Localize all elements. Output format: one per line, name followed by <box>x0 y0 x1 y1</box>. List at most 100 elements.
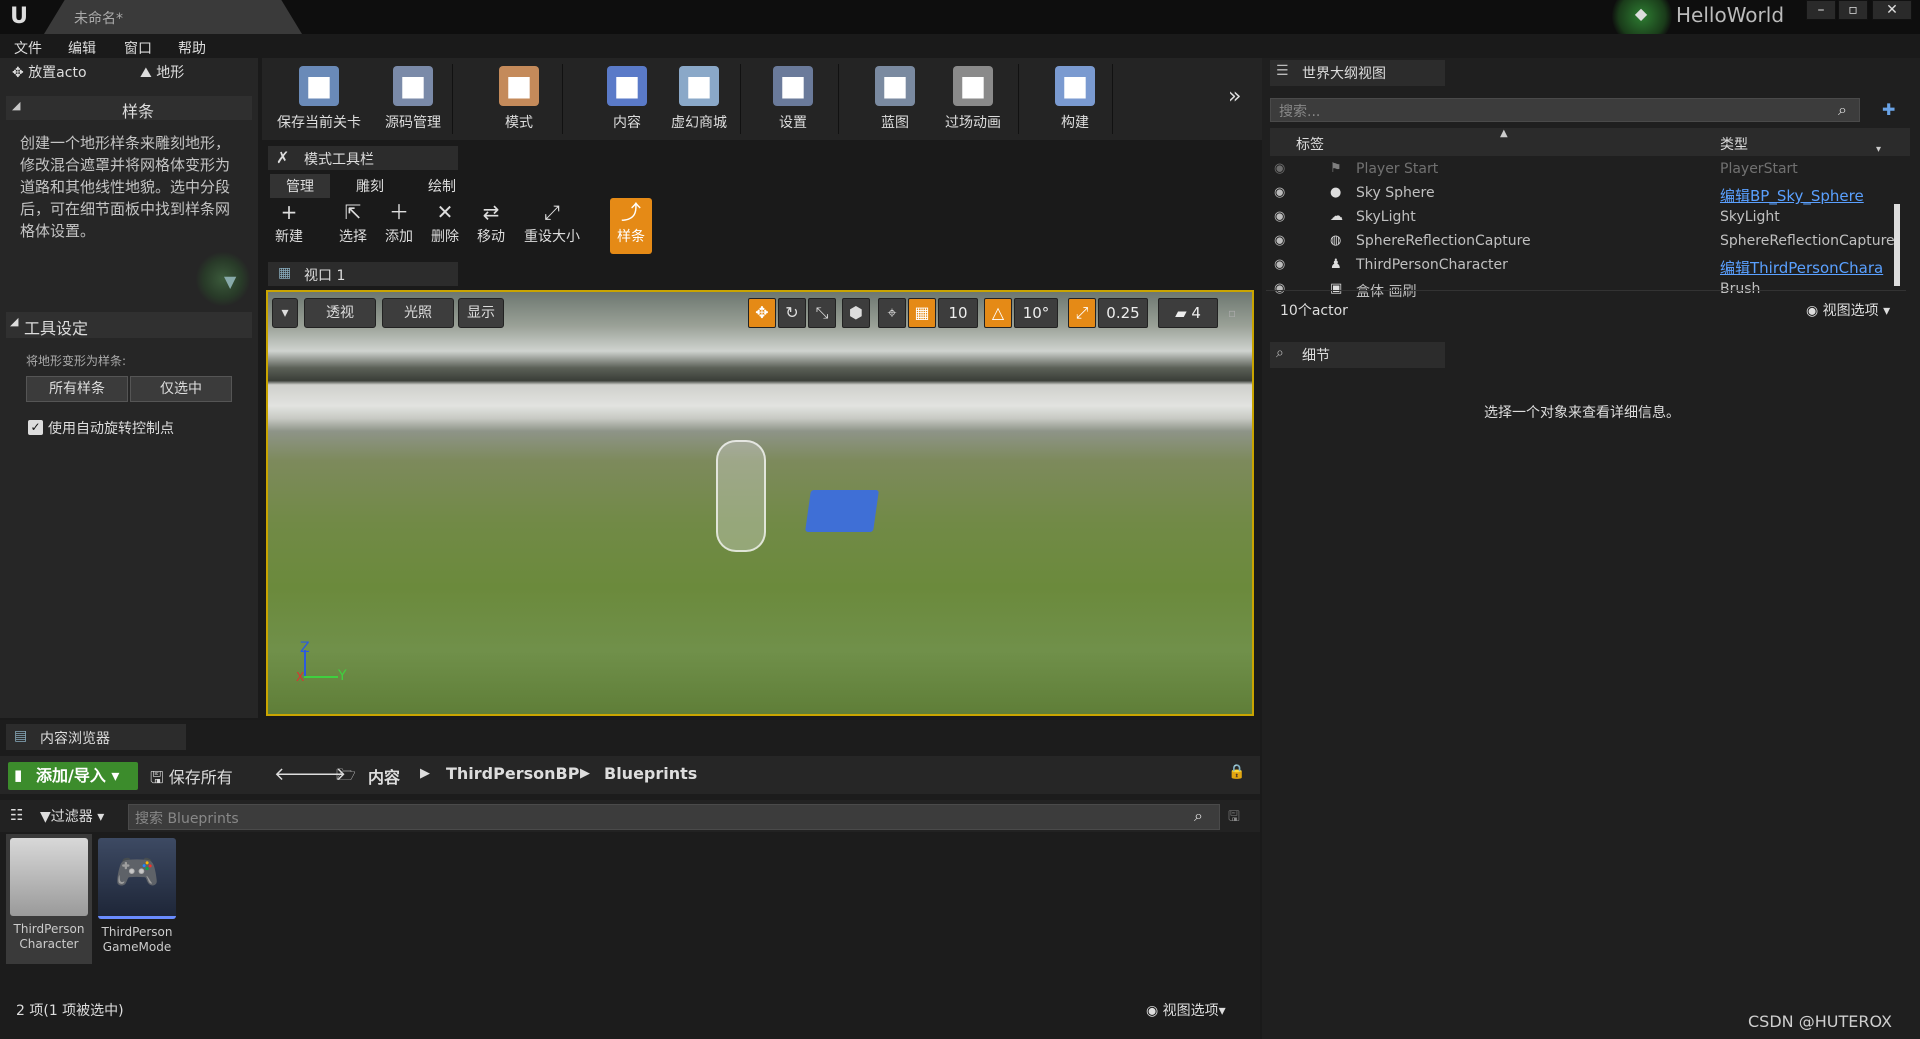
visibility-eye-icon[interactable]: ◉ <box>1274 161 1285 176</box>
details-tab[interactable]: 细节 <box>1270 342 1445 368</box>
unreal-logo-icon[interactable]: U <box>4 2 34 32</box>
show-button[interactable]: 显示 <box>458 298 504 328</box>
outliner-scrollbar[interactable] <box>1894 204 1900 286</box>
mode-tool-5[interactable]: ⤢ 重设大小 <box>512 198 592 252</box>
tutorial-icon[interactable]: ▼ <box>224 272 236 291</box>
collapse-arrow-icon[interactable]: ◢ <box>12 99 20 112</box>
add-import-button[interactable]: 添加/导入 ▾ <box>8 762 138 790</box>
maximize-button[interactable]: ▫ <box>1838 0 1868 20</box>
lock-icon[interactable]: 🔒 <box>1228 764 1245 780</box>
rotation-snap-icon[interactable]: △ <box>984 298 1012 328</box>
subtab-sculpt[interactable]: 雕刻 <box>356 176 384 198</box>
visibility-eye-icon[interactable]: ◉ <box>1274 209 1285 224</box>
outliner-search-placeholder: 搜索... <box>1279 104 1321 120</box>
translate-icon[interactable]: ✥ <box>748 298 776 328</box>
save-all-button[interactable]: 🖫 保存所有 <box>150 764 233 794</box>
toolbar-button-marketplace[interactable]: ■ 虚幻商城 <box>656 62 742 136</box>
content-search-input[interactable]: 搜索 Blueprints <box>128 804 1220 830</box>
minimize-button[interactable]: – <box>1806 0 1836 20</box>
maximize-viewport-icon[interactable]: ▫ <box>1228 306 1236 320</box>
visibility-eye-icon[interactable]: ◉ <box>1274 281 1285 296</box>
menu-edit[interactable]: 编辑 <box>68 38 96 58</box>
mode-tool-3[interactable]: ✕ 删除 <box>422 198 468 252</box>
scale-icon[interactable]: ⤡ <box>808 298 836 328</box>
add-actor-icon[interactable]: ✚ <box>1882 100 1895 119</box>
visibility-eye-icon[interactable]: ◉ <box>1274 257 1285 272</box>
tab-place-actors[interactable]: ✥ 放置acto <box>12 62 87 88</box>
menu-file[interactable]: 文件 <box>14 38 42 58</box>
outliner-view-options[interactable]: ◉ 视图选项 ▾ <box>1806 300 1890 320</box>
spline-tool-button[interactable]: ⤴ 样条 <box>610 198 652 254</box>
menu-help[interactable]: 帮助 <box>178 38 206 58</box>
outliner-row[interactable]: ◉ ☁ SkyLight SkyLight <box>1270 206 1900 230</box>
tab-landscape[interactable]: ⛰ 地形 <box>140 62 184 88</box>
actor-type[interactable]: 编辑ThirdPersonChara <box>1720 257 1883 278</box>
column-dropdown-icon[interactable]: ▾ <box>1876 144 1881 155</box>
mode-tool-1[interactable]: ⇱ 选择 <box>330 198 376 252</box>
world-outliner-tab[interactable]: 世界大纲视图 <box>1270 60 1445 86</box>
third-person-character[interactable] <box>716 440 766 552</box>
tool-settings-header[interactable]: ◢ 工具设定 <box>6 312 252 338</box>
column-label[interactable]: 标签 <box>1296 134 1324 154</box>
grid-snap-value[interactable]: 10 <box>938 298 978 328</box>
toolbar-button-build[interactable]: ■ 构建 <box>1032 62 1118 136</box>
blue-cube[interactable] <box>805 490 879 532</box>
rotation-snap-value[interactable]: 10° <box>1014 298 1058 328</box>
scale-snap-value[interactable]: 0.25 <box>1098 298 1148 328</box>
toolbar-button-label: 模式 <box>505 115 533 131</box>
only-selected-button[interactable]: 仅选中 <box>130 376 232 402</box>
mode-tool-4[interactable]: ⇄ 移动 <box>468 198 514 252</box>
outliner-search-input[interactable]: 搜索... <box>1270 98 1860 122</box>
toolbar-overflow-icon[interactable]: » <box>1228 84 1241 109</box>
camera-speed-button[interactable]: ▰ 4 <box>1158 298 1218 328</box>
menu-window[interactable]: 窗口 <box>124 38 152 58</box>
filter-button[interactable]: ▼过滤器 ▾ <box>40 806 104 826</box>
viewport-tab[interactable]: 视口 1 <box>268 262 458 286</box>
grid-snap-icon[interactable]: ▦ <box>908 298 936 328</box>
landscape-icon: ⛰ <box>140 65 157 81</box>
perspective-button[interactable]: 透视 <box>304 298 376 328</box>
outliner-row[interactable]: ◉ ⚑ Player Start PlayerStart <box>1270 158 1900 182</box>
surface-snap-icon[interactable]: ⌖ <box>878 298 906 328</box>
rotate-icon[interactable]: ↻ <box>778 298 806 328</box>
breadcrumb-thirdpersonbp[interactable]: ThirdPersonBP <box>446 764 579 783</box>
viewport-menu-button[interactable]: ▾ <box>272 298 298 328</box>
visibility-eye-icon[interactable]: ◉ <box>1274 185 1285 200</box>
outliner-row[interactable]: ◉ ◍ SphereReflectionCapture SphereReflectio… <box>1270 230 1900 254</box>
outliner-row[interactable]: ◉ ♟ ThirdPersonCharacter 编辑ThirdPersonChara <box>1270 254 1900 278</box>
close-button[interactable]: ✕ <box>1872 0 1912 20</box>
toolbar-button-cinematics[interactable]: ■ 过场动画 <box>930 62 1016 136</box>
breadcrumb-blueprints[interactable]: Blueprints <box>604 764 697 783</box>
column-type[interactable]: 类型 <box>1720 134 1748 154</box>
all-splines-button[interactable]: 所有样条 <box>26 376 128 402</box>
subtab-paint[interactable]: 绘制 <box>428 176 456 198</box>
mode-tool-2[interactable]: ＋ 添加 <box>376 198 422 252</box>
asset-thirdperson-gamemode[interactable]: 🎮 ThirdPerson GameMode <box>94 834 180 964</box>
content-view-options[interactable]: ◉ 视图选项▾ <box>1146 1000 1226 1020</box>
content-browser-tab[interactable]: 内容浏览器 <box>6 724 186 750</box>
toolbar-button-modes[interactable]: ■ 模式 <box>476 62 562 136</box>
mode-tool-0[interactable]: + 新建 <box>266 198 312 252</box>
save-search-icon[interactable]: 🖫 <box>1228 806 1240 830</box>
outliner-row[interactable]: ◉ ● Sky Sphere 编辑BP_Sky_Sphere <box>1270 182 1900 206</box>
toolbar-button-blueprint[interactable]: ■ 蓝图 <box>852 62 938 136</box>
breadcrumb-arrow-icon[interactable]: ▶ <box>420 766 430 781</box>
document-tab[interactable]: 未命名* <box>44 0 302 34</box>
toolbar-button-settings[interactable]: ■ 设置 <box>750 62 836 136</box>
search-icon[interactable]: ⌕ <box>1194 806 1203 826</box>
auto-rotate-checkbox[interactable]: ✓ <box>28 420 43 435</box>
subtab-manage[interactable]: 管理 <box>286 176 314 198</box>
visibility-eye-icon[interactable]: ◉ <box>1274 233 1285 248</box>
actor-type[interactable]: 编辑BP_Sky_Sphere <box>1720 185 1864 206</box>
breadcrumb-arrow-icon[interactable]: ▶ <box>580 766 590 781</box>
search-icon[interactable]: ⌕ <box>1838 100 1847 120</box>
world-local-icon[interactable]: ⬢ <box>842 298 870 328</box>
modes-toolbar-tab[interactable]: 模式工具栏 <box>268 146 458 170</box>
sources-toggle-icon[interactable]: ☷ <box>10 806 23 824</box>
toolbar-button-source-control[interactable]: ■ 源码管理 <box>370 62 456 136</box>
scale-snap-icon[interactable]: ⤢ <box>1068 298 1096 328</box>
asset-thirdperson-character[interactable]: ThirdPerson Character <box>6 834 92 964</box>
breadcrumb-content[interactable]: 内容 <box>368 764 400 788</box>
lit-button[interactable]: 光照 <box>382 298 454 328</box>
toolbar-button-save[interactable]: ■ 保存当前关卡 <box>276 62 362 136</box>
